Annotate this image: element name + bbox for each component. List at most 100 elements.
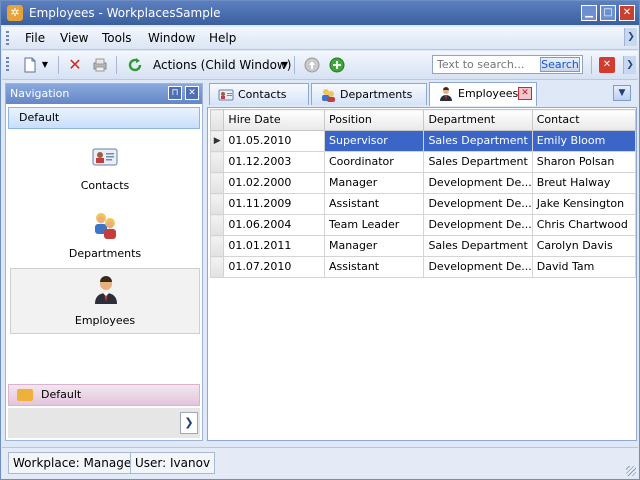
- cell-department[interactable]: Sales Department: [423, 130, 533, 152]
- close-panel-icon[interactable]: ✕: [185, 86, 199, 100]
- tab-departments[interactable]: Departments: [311, 83, 427, 105]
- cell-hire-date[interactable]: 01.12.2003: [223, 151, 325, 173]
- row-indicator[interactable]: [209, 235, 225, 257]
- cell-position[interactable]: Coordinator: [323, 151, 425, 173]
- tabs-dropdown-icon[interactable]: ▼: [613, 85, 631, 101]
- row-indicator[interactable]: [209, 256, 225, 278]
- cell-hire-date[interactable]: 01.07.2010: [223, 256, 325, 278]
- maximize-button[interactable]: □: [600, 5, 616, 21]
- refresh-icon[interactable]: [127, 57, 143, 73]
- tab-contacts[interactable]: Contacts: [209, 83, 309, 105]
- cell-department[interactable]: Development De...: [423, 172, 533, 194]
- cell-hire-date[interactable]: 01.05.2010: [223, 130, 325, 152]
- table-row[interactable]: ▶ 01.05.2010 Supervisor Sales Department…: [209, 130, 637, 152]
- departments-icon: [320, 88, 336, 102]
- menu-window[interactable]: Window: [148, 31, 195, 45]
- cell-contact[interactable]: Sharon Polsan: [531, 151, 637, 173]
- cell-position[interactable]: Assistant: [323, 193, 425, 215]
- status-workplace: Workplace: Manager: [8, 452, 142, 474]
- column-header-contact[interactable]: Contact: [531, 109, 637, 131]
- cell-hire-date[interactable]: 01.02.2000: [223, 172, 325, 194]
- cell-contact[interactable]: Carolyn Davis: [531, 235, 637, 257]
- chevron-right-icon[interactable]: ❯: [180, 412, 198, 434]
- cell-position[interactable]: Manager: [323, 172, 425, 194]
- table-row[interactable]: 01.12.2003 Coordinator Sales Department …: [209, 151, 637, 173]
- search-button[interactable]: Search: [540, 57, 580, 72]
- cell-department[interactable]: Development De...: [423, 256, 533, 278]
- new-dropdown-icon[interactable]: ▼: [40, 57, 50, 73]
- row-indicator-header: [209, 109, 225, 131]
- cell-contact[interactable]: Chris Chartwood: [531, 214, 637, 236]
- cell-department[interactable]: Sales Department: [423, 235, 533, 257]
- cell-department[interactable]: Development De...: [423, 193, 533, 215]
- clear-search-icon[interactable]: ✕: [599, 57, 615, 73]
- toolbar-overflow-icon[interactable]: ❯: [623, 56, 636, 74]
- close-button[interactable]: ✕: [619, 5, 635, 21]
- up-arrow-icon[interactable]: [304, 57, 320, 73]
- nav-item-label: Departments: [68, 247, 142, 260]
- cell-position[interactable]: Manager: [323, 235, 425, 257]
- cell-contact[interactable]: Breut Halway: [531, 172, 637, 194]
- print-icon[interactable]: [92, 57, 108, 73]
- toolbar-grip[interactable]: [6, 57, 9, 73]
- pin-icon[interactable]: ⊓: [168, 86, 182, 100]
- table-row[interactable]: 01.07.2010 Assistant Development De... D…: [209, 256, 637, 278]
- nav-item-employees[interactable]: Employees: [10, 268, 200, 334]
- navigation-bottom-group[interactable]: Default: [8, 384, 200, 406]
- tab-employees[interactable]: Employees ✕: [429, 82, 537, 106]
- column-header-position[interactable]: Position: [323, 109, 425, 131]
- menu-help[interactable]: Help: [209, 31, 236, 45]
- navigation-header: Navigation ⊓ ✕: [6, 84, 202, 104]
- toolbar-separator: [294, 56, 295, 74]
- title-bar: ✲ Employees - WorkplacesSample ▁ □ ✕: [1, 1, 639, 25]
- search-input[interactable]: [437, 58, 537, 71]
- app-icon: ✲: [7, 5, 23, 21]
- column-header-hire-date[interactable]: Hire Date: [223, 109, 325, 131]
- menu-file[interactable]: File: [25, 31, 45, 45]
- employees-icon: [438, 87, 454, 101]
- add-icon[interactable]: [329, 57, 345, 73]
- table-row[interactable]: 01.02.2000 Manager Development De... Bre…: [209, 172, 637, 194]
- cell-department[interactable]: Sales Department: [423, 151, 533, 173]
- menu-tools[interactable]: Tools: [102, 31, 132, 45]
- row-indicator[interactable]: [209, 172, 225, 194]
- new-document-icon[interactable]: [22, 57, 38, 73]
- table-row[interactable]: 01.11.2009 Assistant Development De... J…: [209, 193, 637, 215]
- document-tabs: Contacts Departments Employees ✕: [207, 82, 637, 107]
- row-indicator[interactable]: [209, 214, 225, 236]
- menu-bar: File View Tools Window Help ❯: [2, 27, 638, 50]
- close-tab-icon[interactable]: ✕: [518, 87, 532, 100]
- menu-view[interactable]: View: [60, 31, 88, 45]
- table-row[interactable]: 01.01.2011 Manager Sales Department Caro…: [209, 235, 637, 257]
- toolbar-separator: [58, 56, 59, 74]
- cell-hire-date[interactable]: 01.06.2004: [223, 214, 325, 236]
- row-indicator[interactable]: [209, 193, 225, 215]
- menubar-grip[interactable]: [6, 31, 9, 45]
- row-indicator[interactable]: [209, 151, 225, 173]
- cell-position[interactable]: Team Leader: [323, 214, 425, 236]
- table-row[interactable]: 01.06.2004 Team Leader Development De...…: [209, 214, 637, 236]
- toolbar-separator: [116, 56, 117, 74]
- app-window: ✲ Employees - WorkplacesSample ▁ □ ✕ Fil…: [0, 0, 640, 480]
- cell-contact[interactable]: Jake Kensington: [531, 193, 637, 215]
- menubar-overflow-icon[interactable]: ❯: [624, 28, 637, 46]
- actions-dropdown-icon[interactable]: ▼: [280, 57, 290, 73]
- resize-grip[interactable]: [626, 466, 636, 476]
- minimize-button[interactable]: ▁: [581, 5, 597, 21]
- column-header-department[interactable]: Department: [423, 109, 533, 131]
- row-indicator-icon[interactable]: ▶: [209, 130, 225, 152]
- cell-contact[interactable]: David Tam: [531, 256, 637, 278]
- contacts-icon: [218, 88, 234, 102]
- navigation-group-header[interactable]: Default: [8, 107, 200, 129]
- cell-department[interactable]: Development De...: [423, 214, 533, 236]
- cell-hire-date[interactable]: 01.11.2009: [223, 193, 325, 215]
- cell-hire-date[interactable]: 01.01.2011: [223, 235, 325, 257]
- cell-contact[interactable]: Emily Bloom: [531, 130, 637, 152]
- cell-position[interactable]: Assistant: [323, 256, 425, 278]
- nav-item-contacts[interactable]: Contacts: [10, 136, 200, 200]
- cell-position[interactable]: Supervisor: [323, 130, 425, 152]
- tab-label: Departments: [340, 88, 413, 101]
- nav-item-departments[interactable]: Departments: [10, 204, 200, 268]
- actions-menu-label[interactable]: Actions (Child Window): [153, 58, 291, 72]
- delete-icon[interactable]: ✕: [67, 57, 83, 73]
